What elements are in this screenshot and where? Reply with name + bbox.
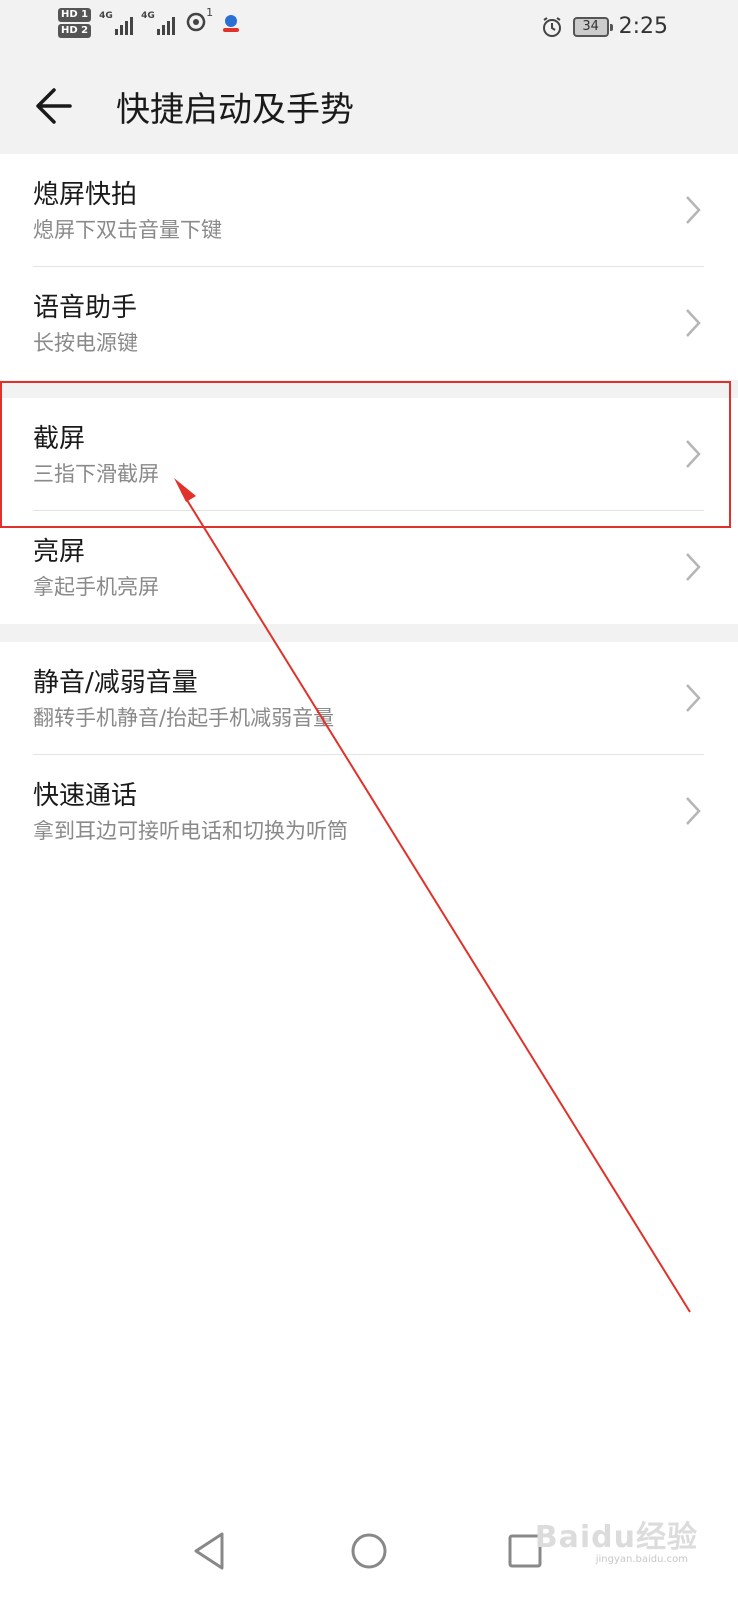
list-item-4[interactable]: 静音/减弱音量 翻转手机静音/抬起手机减弱音量: [0, 642, 738, 755]
battery-icon: 34: [572, 16, 613, 37]
nav-home-icon[interactable]: [346, 1528, 392, 1574]
nav-back-icon[interactable]: [188, 1528, 234, 1574]
back-arrow-icon: [36, 88, 72, 124]
list-item-0[interactable]: 熄屏快拍 熄屏下双击音量下键: [0, 154, 738, 267]
status-bar: HD 1 HD 2 4G 4G 1 34 2:25: [0, 0, 738, 56]
list-item-title: 静音/减弱音量: [33, 668, 198, 698]
list-item-1[interactable]: 语音助手 长按电源键: [0, 267, 738, 380]
back-button[interactable]: [30, 80, 82, 132]
page-title: 快捷启动及手势: [116, 90, 354, 130]
watermark-logo: Baidu经验: [534, 1520, 698, 1555]
highlight-box-annotation: [0, 381, 731, 528]
network-type-2: 4G: [141, 11, 155, 21]
hotspot-count: 1: [206, 6, 214, 19]
hd-badge-2: HD 2: [58, 24, 92, 38]
chevron-right-icon: [686, 553, 701, 581]
status-right: 34 2:25: [541, 14, 668, 39]
hd-indicators: HD 1 HD 2: [58, 8, 92, 38]
list-item-subtitle: 拿到耳边可接听电话和切换为听筒: [33, 819, 348, 843]
list-item-subtitle: 熄屏下双击音量下键: [33, 218, 222, 242]
signal-icon-sim2: 4G: [141, 11, 176, 35]
app-notification-icon: [221, 12, 241, 34]
group-separator: [0, 624, 738, 642]
chevron-right-icon: [686, 196, 701, 224]
list-item-title: 亮屏: [33, 537, 86, 567]
chevron-right-icon: [686, 684, 701, 712]
list-item-title: 快速通话: [33, 781, 138, 811]
list-item-subtitle: 拿起手机亮屏: [33, 575, 159, 599]
network-type-1: 4G: [99, 11, 113, 21]
list-item-subtitle: 长按电源键: [33, 331, 138, 355]
hd-badge-1: HD 1: [58, 8, 92, 22]
hotspot-icon: 1: [183, 6, 213, 36]
alarm-icon: [541, 16, 563, 38]
list-item-5[interactable]: 快速通话 拿到耳边可接听电话和切换为听筒: [0, 755, 738, 868]
list-item-subtitle: 翻转手机静音/抬起手机减弱音量: [33, 706, 335, 730]
list-item-title: 语音助手: [33, 293, 138, 323]
list-item-title: 熄屏快拍: [33, 180, 138, 210]
status-left: HD 1 HD 2 4G 4G 1: [58, 6, 241, 38]
chevron-right-icon: [686, 797, 701, 825]
status-time: 2:25: [618, 14, 668, 39]
app-header: 快捷启动及手势: [0, 56, 738, 154]
chevron-right-icon: [686, 309, 701, 337]
watermark-url: jingyan.baidu.com: [595, 1554, 688, 1565]
signal-icon-sim1: 4G: [99, 11, 134, 35]
